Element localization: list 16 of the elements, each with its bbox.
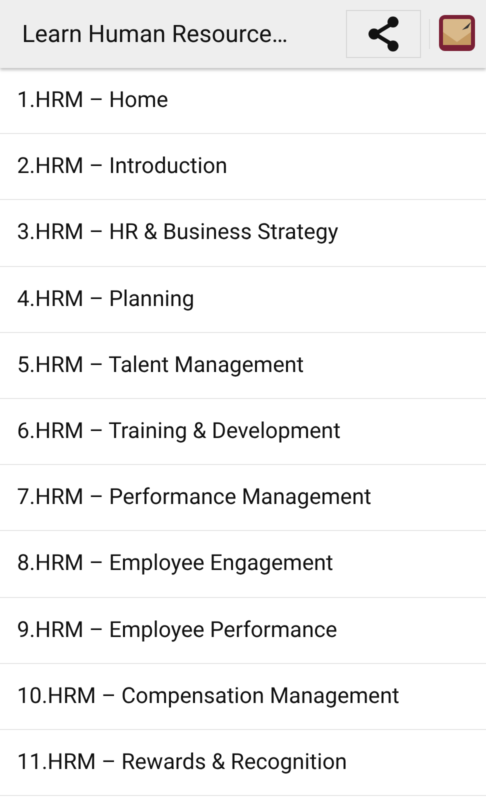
chapter-item[interactable]: 1.HRM – Home: [0, 68, 486, 134]
chapter-item[interactable]: 2.HRM – Introduction: [0, 134, 486, 200]
share-button[interactable]: [346, 10, 421, 58]
chapter-item[interactable]: 6.HRM – Training & Development: [0, 398, 486, 466]
chapter-item[interactable]: 4.HRM – Planning: [0, 266, 486, 333]
letter-icon: [438, 14, 476, 52]
app-icon-button[interactable]: [438, 14, 476, 52]
chapter-item[interactable]: 9.HRM – Employee Performance: [0, 598, 486, 664]
share-icon: [366, 16, 400, 52]
chapter-item[interactable]: 7.HRM – Performance Management: [0, 465, 486, 532]
chapter-item[interactable]: 3.HRM – HR & Business Strategy: [0, 200, 486, 267]
app-title: Learn Human Resource…: [21, 19, 289, 50]
chapter-item[interactable]: 11.HRM – Rewards & Recognition: [0, 730, 486, 796]
chapter-item[interactable]: 10.HRM – Compensation Management: [0, 664, 486, 730]
chapter-item[interactable]: 8.HRM – Employee Engagement: [0, 531, 486, 598]
chapter-item[interactable]: 5.HRM – Talent Management: [0, 332, 486, 399]
